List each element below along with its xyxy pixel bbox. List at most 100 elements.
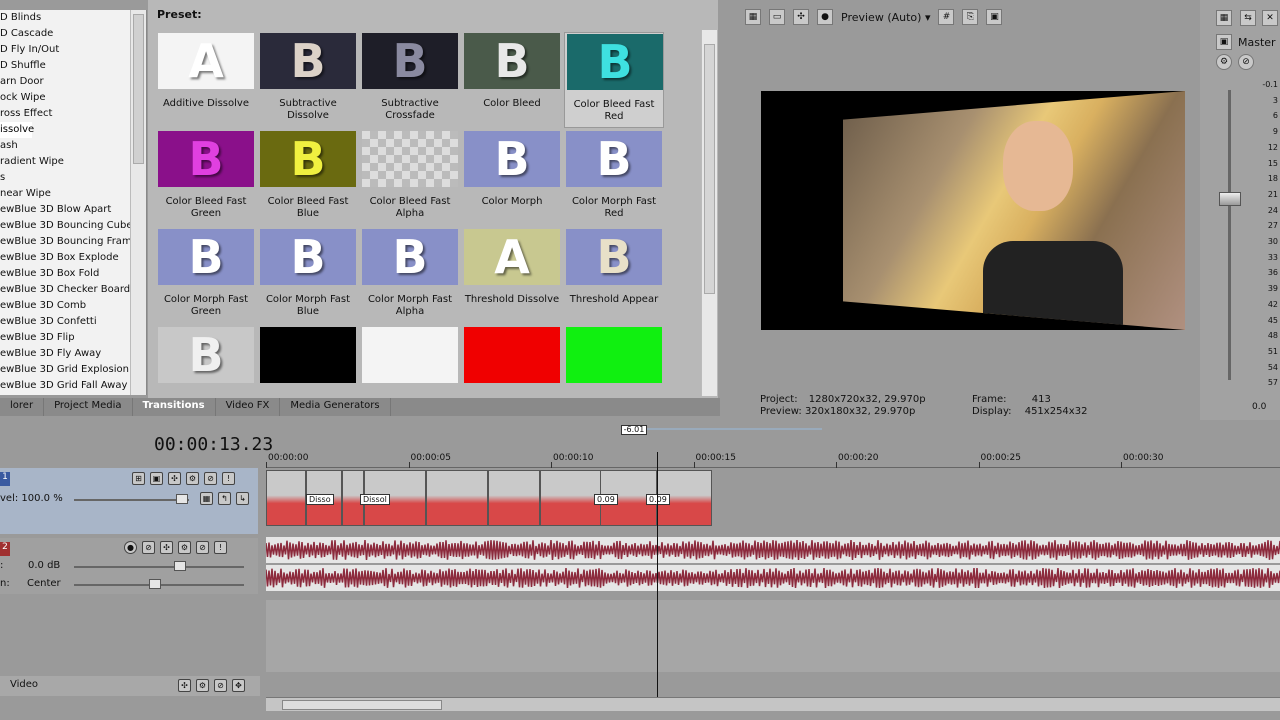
tab-video-fx[interactable]: Video FX <box>216 398 281 416</box>
preset-thumbnail[interactable]: A Additive Dissolve <box>156 32 256 128</box>
loop-region-bar[interactable] <box>647 428 822 430</box>
video-track-lane[interactable]: DissoDissol0.090.09 <box>266 468 1280 530</box>
transition-list-item[interactable]: ewBlue 3D Fly Away <box>0 346 146 362</box>
preset-thumbnail[interactable]: B Color Bleed Fast Red <box>564 32 664 128</box>
mute-icon[interactable]: ⊘ <box>204 472 217 485</box>
bus-mute-icon[interactable]: ⊘ <box>214 679 227 692</box>
video-fx-icon[interactable]: ✣ <box>793 9 809 25</box>
transition-list[interactable]: D Blinds D Cascade D Fly In/Out D Shuffle ar… <box>0 10 147 395</box>
external-monitor-icon[interactable]: ▭ <box>769 9 785 25</box>
transition-list-item[interactable]: near Wipe <box>0 186 146 202</box>
video-bus-header[interactable]: Video ✣ ⚙ ⊘ ✥ <box>0 676 260 696</box>
preset-thumbnail[interactable]: B Subtractive Dissolve <box>258 32 358 128</box>
preset-thumbnail[interactable]: B Threshold Appear <box>564 228 664 324</box>
fx-icon[interactable]: ⚙ <box>1216 54 1232 70</box>
mute-icon[interactable]: ⊘ <box>1238 54 1254 70</box>
transition-list-item[interactable]: ewBlue 3D Bouncing Cubes <box>0 218 146 234</box>
transition-list-item[interactable]: ewBlue 3D Confetti <box>0 314 146 330</box>
mixer-properties-icon[interactable]: ▦ <box>1216 10 1232 26</box>
fx-chain-icon[interactable]: ⚙ <box>178 541 191 554</box>
video-clip[interactable] <box>488 470 540 526</box>
transition-list-item[interactable]: arn Door <box>0 74 146 90</box>
audio-waveform[interactable] <box>266 536 1280 594</box>
tab-transitions[interactable]: Transitions <box>133 398 216 416</box>
transition-list-scrollbar[interactable] <box>130 10 146 395</box>
transition-list-item[interactable]: ewBlue 3D Box Explode <box>0 250 146 266</box>
scroll-thumb[interactable] <box>133 14 144 164</box>
invert-phase-icon[interactable]: ⊘ <box>142 541 155 554</box>
transition-list-item[interactable]: ewBlue 3D Blow Apart <box>0 202 146 218</box>
audio-track-header[interactable]: 2 ● ⊘ ✣ ⚙ ⊘ ! : 0.0 dB n: Center <box>0 538 258 594</box>
preset-thumbnail[interactable]: B Color Morph Fast Green <box>156 228 256 324</box>
preview-properties-icon[interactable]: ▦ <box>745 9 761 25</box>
transition-list-item[interactable]: ewBlue 3D Grid Fall Away <box>0 378 146 394</box>
preset-thumbnail[interactable]: B Color Morph <box>462 130 562 226</box>
motion-blur-icon[interactable]: ⊞ <box>132 472 145 485</box>
preset-thumbnail[interactable]: B Color Morph Fast Red <box>564 130 664 226</box>
transition-list-item[interactable]: ewBlue 3D Box Fold <box>0 266 146 282</box>
scroll-thumb[interactable] <box>282 700 442 710</box>
preset-thumbnail[interactable]: B Color Bleed <box>462 32 562 128</box>
preview-quality-dropdown[interactable]: Preview (Auto) ▾ <box>841 11 930 24</box>
pan-knob[interactable] <box>149 579 161 589</box>
preset-thumbnail[interactable]: B Color Morph Fast Alpha <box>360 228 460 324</box>
video-track-header[interactable]: 1 ⊞ ▣ ✣ ⚙ ⊘ ! vel: 100.0 % ▦ ↰ ↳ <box>0 468 258 534</box>
track-fx-icon[interactable]: ⚙ <box>186 472 199 485</box>
transition-list-item[interactable]: ewBlue 3D Bouncing Frames <box>0 234 146 250</box>
preset-thumbnail[interactable]: B Color Bleed Fast Green <box>156 130 256 226</box>
video-level-knob[interactable] <box>176 494 188 504</box>
preset-thumbnail[interactable] <box>462 326 562 394</box>
solo-icon[interactable]: ! <box>222 472 235 485</box>
master-fader-track[interactable] <box>1228 90 1231 380</box>
transition-list-item[interactable]: ewBlue 3D Comb <box>0 298 146 314</box>
transition-label[interactable]: Dissol <box>360 494 390 505</box>
empty-track-area[interactable] <box>266 600 1280 672</box>
preset-thumbnail[interactable]: B <box>156 326 256 394</box>
preset-thumbnail[interactable]: Color Bleed Fast Alpha <box>360 130 460 226</box>
master-fader-knob[interactable] <box>1219 192 1241 206</box>
timeline-ruler[interactable]: 00:00:00 00:00:05 00:00:10 00:00:15 00:00:20… <box>266 448 1280 468</box>
tab-lorer[interactable]: lorer <box>0 398 45 416</box>
timeline-horizontal-scrollbar[interactable] <box>266 697 1280 711</box>
transition-list-item[interactable]: ross Effect <box>0 106 146 122</box>
video-clip[interactable] <box>266 470 306 526</box>
record-arm-icon[interactable]: ● <box>124 541 137 554</box>
transition-list-item[interactable]: ewBlue 3D Checker Board <box>0 282 146 298</box>
transition-list-item[interactable]: radient Wipe <box>0 154 146 170</box>
volume-slider[interactable] <box>74 566 244 568</box>
video-clip[interactable] <box>426 470 488 526</box>
composite-child-icon[interactable]: ▦ <box>200 492 213 505</box>
dim-output-icon[interactable]: ✕ <box>1262 10 1278 26</box>
make-parent-icon[interactable]: ↰ <box>218 492 231 505</box>
video-clip[interactable] <box>540 470 602 526</box>
composite-mode-icon[interactable]: ✣ <box>168 472 181 485</box>
audio-track-lane[interactable] <box>266 536 1280 594</box>
transition-list-item[interactable]: issolve <box>0 122 34 138</box>
bus-settings-icon[interactable]: ⚙ <box>196 679 209 692</box>
preset-thumbnail[interactable] <box>564 326 664 394</box>
mute-icon[interactable]: ⊘ <box>196 541 209 554</box>
preset-thumbnail[interactable]: B Subtractive Crossfade <box>360 32 460 128</box>
preset-thumbnail[interactable]: A Threshold Dissolve <box>462 228 562 324</box>
transition-list-item[interactable]: ewBlue 3D Grid Explosion <box>0 362 146 378</box>
split-screen-icon[interactable]: ● <box>817 9 833 25</box>
transition-list-item[interactable]: ash <box>0 138 146 154</box>
transition-list-item[interactable]: ewBlue 3D Flip <box>0 330 146 346</box>
preset-grid-scrollbar[interactable] <box>701 30 717 396</box>
preset-thumbnail[interactable]: B Color Morph Fast Blue <box>258 228 358 324</box>
tab-project-media[interactable]: Project Media <box>44 398 133 416</box>
copy-snapshot-icon[interactable]: ⎘ <box>962 9 979 25</box>
transition-list-item[interactable]: D Cascade <box>0 26 146 42</box>
make-child-icon[interactable]: ↳ <box>236 492 249 505</box>
save-snapshot-icon[interactable]: ▣ <box>986 9 1003 25</box>
loop-region-marker[interactable]: -6.01 <box>621 425 647 435</box>
video-level-slider[interactable] <box>74 499 189 501</box>
volume-knob[interactable] <box>174 561 186 571</box>
downmix-icon[interactable]: ⇆ <box>1240 10 1256 26</box>
bus-expand-icon[interactable]: ✥ <box>232 679 245 692</box>
overlays-grid-icon[interactable]: # <box>938 9 955 25</box>
preset-thumbnail[interactable] <box>360 326 460 394</box>
transition-list-item[interactable]: D Shuffle <box>0 58 146 74</box>
playhead-cursor[interactable] <box>657 452 658 697</box>
track-motion-icon[interactable]: ▣ <box>150 472 163 485</box>
